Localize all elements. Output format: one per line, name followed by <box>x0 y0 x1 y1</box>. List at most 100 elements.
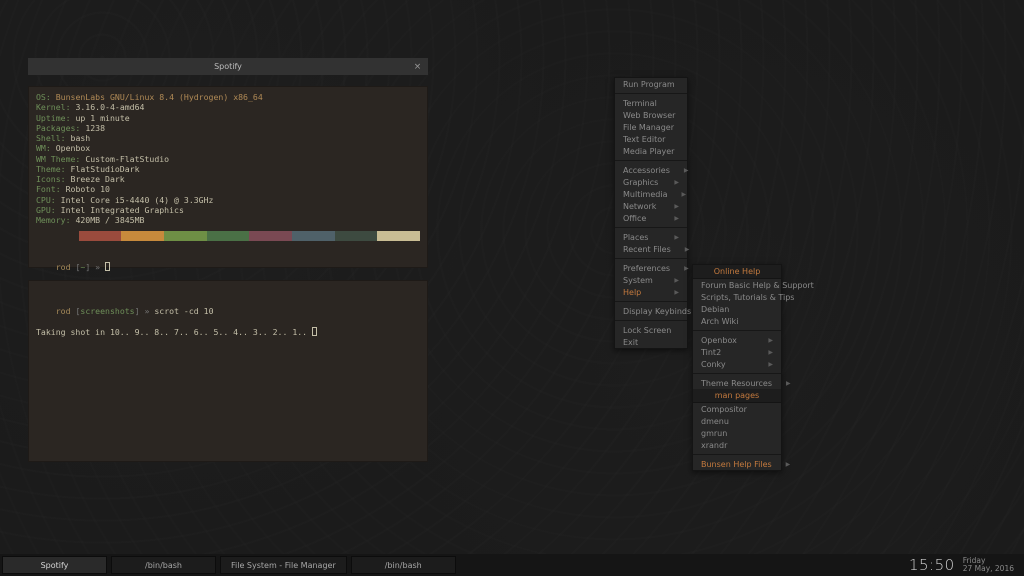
sysinfo-line: GPU: Intel Integrated Graphics <box>36 205 420 215</box>
menu-separator <box>693 454 781 455</box>
sysinfo-line: CPU: Intel Core i5-4440 (4) @ 3.3GHz <box>36 195 420 205</box>
sysinfo-line: Packages: 1238 <box>36 123 420 133</box>
color-swatch <box>249 231 292 241</box>
window-close-icon[interactable]: × <box>411 60 424 73</box>
submenu-item-debian[interactable]: Debian <box>693 303 781 315</box>
chevron-right-icon: ▶ <box>768 361 773 368</box>
color-swatch <box>164 231 207 241</box>
color-swatch <box>377 231 420 241</box>
submenu-item-forum-basic-help-support[interactable]: Forum Basic Help & Support <box>693 279 781 291</box>
sysinfo-line: Memory: 420MB / 3845MB <box>36 215 420 225</box>
menu-item-office[interactable]: Office▶ <box>615 212 687 224</box>
menu-separator <box>615 227 687 228</box>
menu-item-exit[interactable]: Exit <box>615 336 687 348</box>
submenu-item-compositor[interactable]: Compositor <box>693 403 781 415</box>
sysinfo-line: Uptime: up 1 minute <box>36 113 420 123</box>
taskbar: Spotify/bin/bashFile System - File Manag… <box>0 554 1024 576</box>
color-swatch <box>36 231 79 241</box>
menu-item-display-keybinds[interactable]: Display Keybinds▶ <box>615 305 687 317</box>
menu-item-web-browser[interactable]: Web Browser <box>615 109 687 121</box>
chevron-right-icon: ▶ <box>674 179 679 186</box>
color-swatch <box>79 231 122 241</box>
menu-item-text-editor[interactable]: Text Editor <box>615 133 687 145</box>
menu-item-run-program[interactable]: Run Program <box>615 78 687 90</box>
menu-item-lock-screen[interactable]: Lock Screen <box>615 324 687 336</box>
clock-time: 15:50 <box>909 556 955 574</box>
window-titlebar[interactable]: Spotify × <box>28 58 428 75</box>
submenu-item-theme-resources[interactable]: Theme Resources▶ <box>693 377 781 389</box>
chevron-right-icon: ▶ <box>674 203 679 210</box>
taskbar-task--bin-bash[interactable]: /bin/bash <box>351 556 456 574</box>
sysinfo-line: Kernel: 3.16.0-4-amd64 <box>36 102 420 112</box>
menu-separator <box>615 93 687 94</box>
menu-item-preferences[interactable]: Preferences▶ <box>615 262 687 274</box>
sysinfo-line: Theme: FlatStudioDark <box>36 164 420 174</box>
chevron-right-icon: ▶ <box>674 234 679 241</box>
taskbar-task--bin-bash[interactable]: /bin/bash <box>111 556 216 574</box>
terminal-scrot[interactable]: rod [screenshots] » scrot -cd 10 Taking … <box>28 280 428 462</box>
clock-date: Friday27 May, 2016 <box>963 557 1014 573</box>
color-swatch <box>207 231 250 241</box>
terminal-screenfetch[interactable]: OS: BunsenLabs GNU/Linux 8.4 (Hydrogen) … <box>28 86 428 268</box>
color-swatch <box>121 231 164 241</box>
submenu-item-conky[interactable]: Conky▶ <box>693 358 781 370</box>
sysinfo-line: WM: Openbox <box>36 143 420 153</box>
menu-separator <box>615 301 687 302</box>
menu-separator <box>615 320 687 321</box>
chevron-right-icon: ▶ <box>684 265 689 272</box>
terminal2-prompt: rod [screenshots] » scrot -cd 10 <box>36 296 420 327</box>
taskbar-spacer <box>458 554 899 576</box>
sysinfo-line: Font: Roboto 10 <box>36 184 420 194</box>
help-submenu[interactable]: Online HelpForum Basic Help & SupportScr… <box>692 264 782 471</box>
menu-separator <box>615 160 687 161</box>
menu-item-media-player[interactable]: Media Player <box>615 145 687 157</box>
submenu-item-tint2[interactable]: Tint2▶ <box>693 346 781 358</box>
menu-separator <box>693 330 781 331</box>
chevron-right-icon: ▶ <box>685 246 690 253</box>
menu-item-recent-files[interactable]: Recent Files▶ <box>615 243 687 255</box>
openbox-root-menu[interactable]: Run Program TerminalWeb BrowserFile Manag… <box>614 77 688 349</box>
submenu-item-dmenu[interactable]: dmenu <box>693 415 781 427</box>
menu-separator <box>615 258 687 259</box>
chevron-right-icon: ▶ <box>681 191 686 198</box>
cursor-icon <box>105 262 110 271</box>
sysinfo-line: WM Theme: Custom-FlatStudio <box>36 154 420 164</box>
menu-item-network[interactable]: Network▶ <box>615 200 687 212</box>
submenu-item-arch-wiki[interactable]: Arch Wiki <box>693 315 781 327</box>
sysinfo-line: OS: BunsenLabs GNU/Linux 8.4 (Hydrogen) … <box>36 92 420 102</box>
color-swatch <box>292 231 335 241</box>
submenu-item-gmrun[interactable]: gmrun <box>693 427 781 439</box>
cursor-icon <box>312 327 317 336</box>
menu-item-file-manager[interactable]: File Manager <box>615 121 687 133</box>
menu-item-graphics[interactable]: Graphics▶ <box>615 176 687 188</box>
chevron-right-icon: ▶ <box>768 337 773 344</box>
window-title: Spotify <box>214 62 242 71</box>
menu-item-accessories[interactable]: Accessories▶ <box>615 164 687 176</box>
submenu-item-scripts-tutorials-tips[interactable]: Scripts, Tutorials & Tips <box>693 291 781 303</box>
menu-item-terminal[interactable]: Terminal <box>615 97 687 109</box>
chevron-right-icon: ▶ <box>786 461 791 468</box>
submenu-item-xrandr[interactable]: xrandr <box>693 439 781 451</box>
menu-item-multimedia[interactable]: Multimedia▶ <box>615 188 687 200</box>
clock[interactable]: 15:50 Friday27 May, 2016 <box>899 554 1024 576</box>
color-swatch <box>335 231 378 241</box>
menu-item-system[interactable]: System▶ <box>615 274 687 286</box>
terminal1-prompt: rod [~] » <box>36 251 420 282</box>
menu-separator <box>693 373 781 374</box>
color-swatches <box>36 231 420 241</box>
submenu-item-bunsen-help-files[interactable]: Bunsen Help Files▶ <box>693 458 781 470</box>
menu-item-help[interactable]: Help▶ <box>615 286 687 298</box>
terminal2-output: Taking shot in 10.. 9.. 8.. 7.. 6.. 5.. … <box>36 327 420 337</box>
taskbar-task-file-system-file-manager[interactable]: File System - File Manager <box>220 556 347 574</box>
chevron-right-icon: ▶ <box>674 277 679 284</box>
sysinfo-line: Icons: Breeze Dark <box>36 174 420 184</box>
submenu-item-openbox[interactable]: Openbox▶ <box>693 334 781 346</box>
menu-item-places[interactable]: Places▶ <box>615 231 687 243</box>
chevron-right-icon: ▶ <box>768 349 773 356</box>
sysinfo-line: Shell: bash <box>36 133 420 143</box>
chevron-right-icon: ▶ <box>674 289 679 296</box>
taskbar-task-spotify[interactable]: Spotify <box>2 556 107 574</box>
submenu-header: man pages <box>693 389 781 403</box>
submenu-header: Online Help <box>693 265 781 279</box>
chevron-right-icon: ▶ <box>684 167 689 174</box>
